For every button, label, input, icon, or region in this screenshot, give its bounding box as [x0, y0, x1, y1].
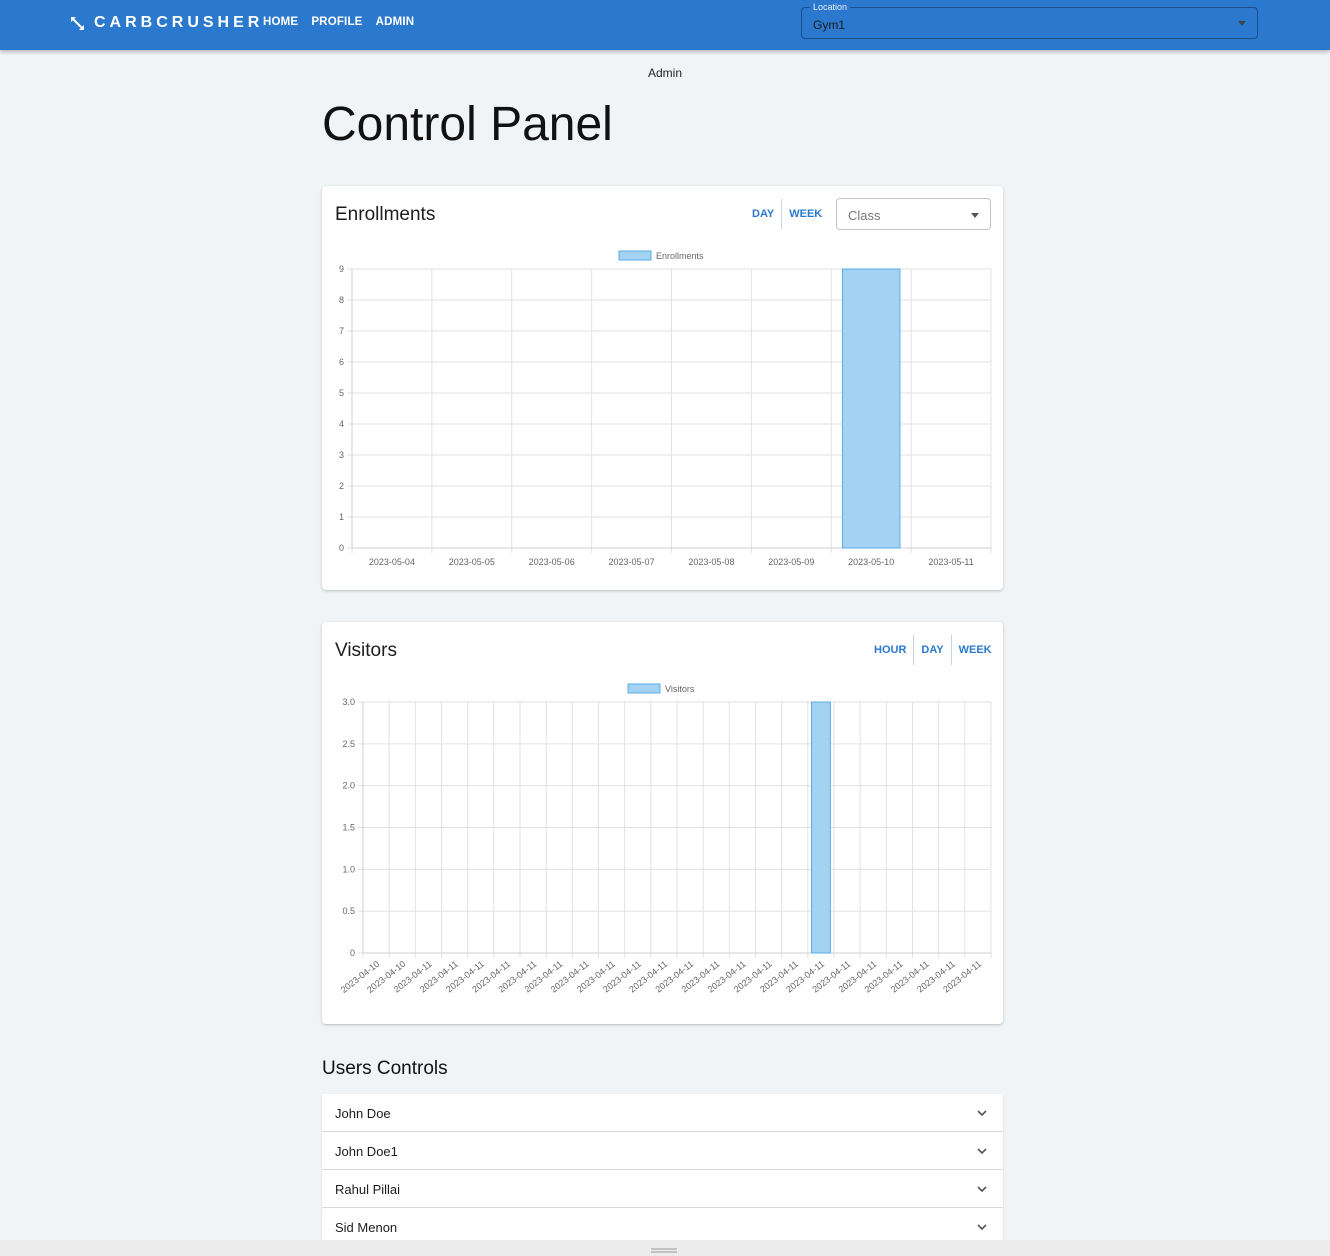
location-value: Gym1 — [813, 18, 846, 32]
main-nav: HOME PROFILE ADMIN — [263, 16, 427, 28]
y-tick-label: 0.5 — [342, 906, 355, 916]
brand[interactable]: CARBCRUSHER — [69, 14, 263, 32]
y-tick-label: 6 — [339, 357, 344, 367]
user-row[interactable]: Rahul Pillai — [322, 1170, 1003, 1208]
legend-swatch — [618, 250, 652, 261]
nav-admin-link[interactable]: ADMIN — [376, 16, 415, 28]
y-tick-label: 5 — [339, 388, 344, 398]
y-tick-label: 7 — [339, 326, 344, 336]
x-tick-label: 2023-05-05 — [449, 557, 495, 567]
app-bar: CARBCRUSHER HOME PROFILE ADMIN Location … — [0, 0, 1330, 50]
resize-grip-icon[interactable] — [651, 1248, 677, 1254]
location-select[interactable]: Location Gym1 — [801, 2, 1258, 39]
legend-swatch — [627, 683, 661, 694]
y-tick-label: 1.0 — [342, 864, 355, 874]
legend-label: Enrollments — [656, 251, 704, 261]
chevron-down-icon — [977, 1186, 987, 1193]
y-tick-label: 1 — [339, 512, 344, 522]
user-row[interactable]: John Doe — [322, 1094, 1003, 1132]
y-tick-label: 8 — [339, 295, 344, 305]
y-tick-label: 1.5 — [342, 823, 355, 833]
x-tick-label: 2023-05-10 — [848, 557, 894, 567]
y-tick-label: 9 — [339, 264, 344, 274]
x-tick-label: 2023-05-11 — [928, 557, 973, 567]
user-name: John Doe1 — [335, 1144, 398, 1159]
chevron-down-icon — [977, 1148, 987, 1155]
users-controls-title: Users Controls — [322, 1058, 448, 1079]
location-label: Location — [810, 2, 851, 12]
visitors-card: Visitors HOUR DAY WEEK 0 0.5 1.0 1.5 2.0 2.5 3… — [322, 622, 1003, 1024]
x-tick-label: 2023-05-08 — [688, 557, 734, 567]
user-name: Sid Menon — [335, 1220, 398, 1235]
nav-profile-link[interactable]: PROFILE — [311, 16, 362, 28]
enrollments-chart: 0 1 2 3 4 5 6 7 8 9 2023-05-04 2023-05-05 2023-05-06… — [339, 250, 992, 567]
enrollments-card: Enrollments DAY WEEK Class 0 1 2 3 4 5 6 7 8 9 202… — [322, 186, 1003, 590]
page-title: Control Panel — [322, 98, 613, 151]
nav-home-link[interactable]: HOME — [263, 16, 298, 28]
x-tick-label: 2023-05-07 — [609, 557, 655, 567]
y-tick-label: 2.5 — [342, 739, 355, 749]
visitors-chart: 00.51.01.52.02.53.02023-04-102023-04-102… — [339, 683, 992, 995]
arrows-expand-icon — [71, 16, 84, 30]
y-tick-label: 0 — [339, 543, 344, 553]
bar — [810, 701, 831, 954]
y-tick-label: 3.0 — [342, 697, 355, 707]
legend-label: Visitors — [665, 684, 695, 694]
y-tick-label: 2.0 — [342, 781, 355, 791]
x-tick-label: 2023-05-09 — [768, 557, 814, 567]
brand-name: CARBCRUSHER — [94, 14, 264, 31]
user-name: Rahul Pillai — [335, 1182, 401, 1197]
y-tick-label: 4 — [339, 419, 344, 429]
chevron-down-icon — [977, 1110, 987, 1117]
user-row[interactable]: John Doe1 — [322, 1132, 1003, 1170]
y-tick-label: 0 — [350, 948, 355, 958]
breadcrumb: Admin — [647, 66, 682, 80]
caret-down-icon — [1238, 21, 1246, 26]
bar — [841, 268, 901, 549]
chevron-down-icon — [977, 1224, 987, 1231]
y-tick-label: 3 — [339, 450, 344, 460]
user-name: John Doe — [335, 1106, 391, 1121]
x-tick-label: 2023-05-04 — [369, 557, 415, 567]
y-tick-label: 2 — [339, 481, 344, 491]
x-tick-label: 2023-05-06 — [529, 557, 575, 567]
user-list: John Doe John Doe1 Rahul Pillai Sid Meno… — [322, 1094, 1003, 1246]
